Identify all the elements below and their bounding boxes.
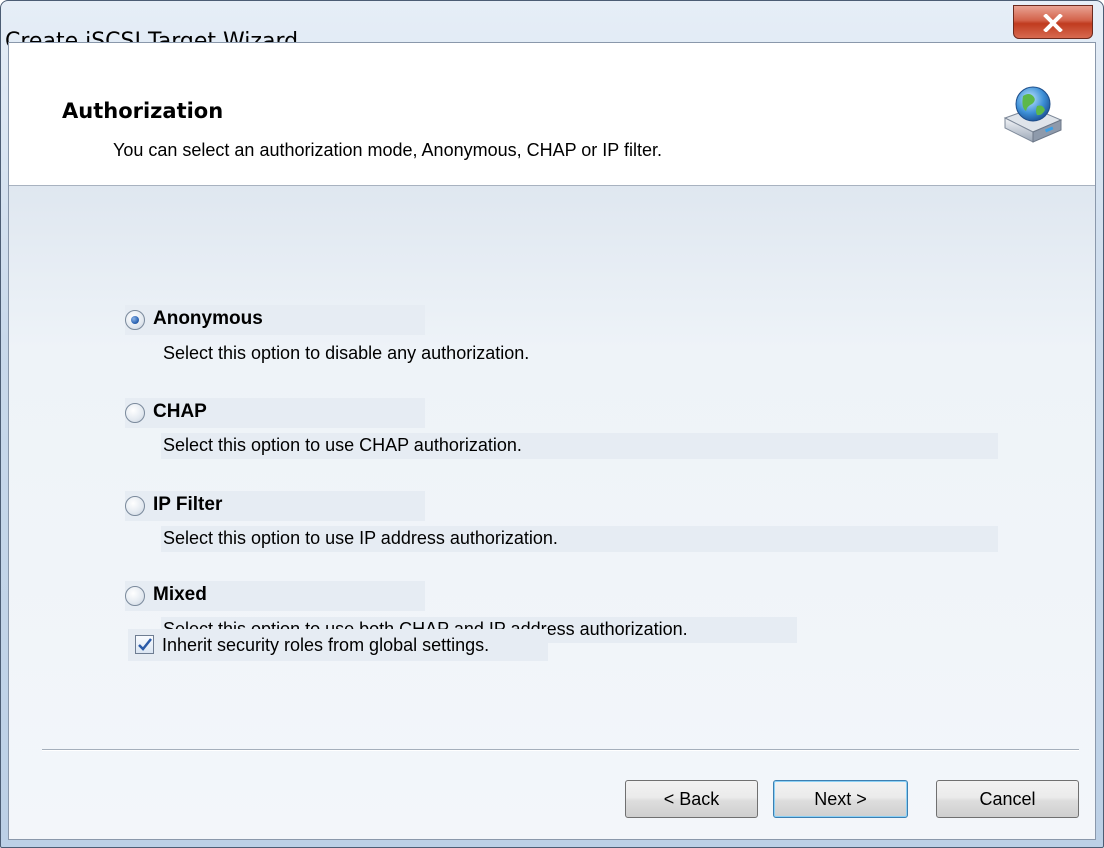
back-button[interactable]: < Back xyxy=(625,780,758,818)
chap-description: Select this option to use CHAP authoriza… xyxy=(163,435,522,455)
close-button[interactable] xyxy=(1013,5,1093,39)
inherit-security-label[interactable]: Inherit security roles from global setti… xyxy=(162,635,489,656)
mixed-label[interactable]: Mixed xyxy=(153,584,207,606)
option-ip-filter[interactable]: IP Filter xyxy=(125,491,425,521)
option-anonymous[interactable]: Anonymous xyxy=(125,305,425,335)
ip-filter-description: Select this option to use IP address aut… xyxy=(163,528,558,548)
page-subtitle: You can select an authorization mode, An… xyxy=(113,140,662,160)
close-icon xyxy=(1043,14,1063,32)
option-mixed[interactable]: Mixed xyxy=(125,581,425,611)
chap-radio[interactable] xyxy=(125,403,145,423)
mixed-radio[interactable] xyxy=(125,586,145,606)
ip-filter-label[interactable]: IP Filter xyxy=(153,494,222,516)
network-drive-globe-icon xyxy=(1003,86,1063,143)
wizard-header: Authorization You can select an authoriz… xyxy=(9,43,1095,186)
cancel-button[interactable]: Cancel xyxy=(936,780,1079,818)
wizard-client-area: Authorization You can select an authoriz… xyxy=(8,42,1096,840)
wizard-body: Anonymous Select this option to disable … xyxy=(9,186,1095,839)
anonymous-description: Select this option to disable any author… xyxy=(163,343,530,363)
inherit-security-checkbox[interactable] xyxy=(135,635,154,654)
wizard-window: Create iSCSI Target Wizard Authorization… xyxy=(0,0,1104,848)
check-mark-icon xyxy=(138,638,152,651)
option-chap[interactable]: CHAP xyxy=(125,398,425,428)
ip-filter-radio[interactable] xyxy=(125,496,145,516)
footer-separator xyxy=(42,749,1079,751)
next-button[interactable]: Next > xyxy=(773,780,908,818)
anonymous-radio[interactable] xyxy=(125,310,145,330)
anonymous-label[interactable]: Anonymous xyxy=(153,308,263,330)
page-title: Authorization xyxy=(62,99,224,123)
chap-label[interactable]: CHAP xyxy=(153,401,207,423)
